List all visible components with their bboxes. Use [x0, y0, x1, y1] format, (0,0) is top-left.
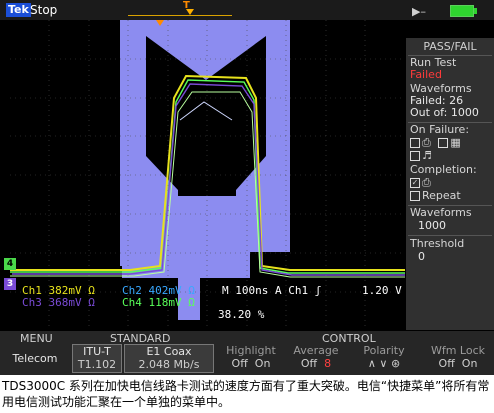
e1-coax-button[interactable]: E1 Coax 2.048 Mb/s: [124, 344, 214, 373]
printer-icon: ⎙: [422, 136, 431, 149]
measurement-readout: Ch1 382mV Ω Ch2 402mV Ω M 100ns A Ch1 ʃ …: [0, 284, 405, 324]
print-checkbox[interactable]: [410, 138, 420, 148]
bottom-menu: MENU STANDARD CONTROL Telecom ITU-T T1.1…: [0, 331, 494, 375]
threshold-label[interactable]: Threshold: [410, 238, 464, 250]
run-test-status: Failed: [410, 68, 442, 81]
out-of-count: Out of: 1000: [410, 106, 479, 119]
highlight-off: Off: [231, 357, 248, 370]
on-failure-options[interactable]: ⎙ ▦: [410, 137, 461, 149]
on-failure-options-2[interactable]: ♬: [410, 150, 432, 162]
ch4-scale: Ch4 118mV Ω: [122, 296, 195, 309]
timebase-readout: M 100ns A Ch1 ʃ: [222, 284, 322, 297]
status-bar: Tek Stop T ▶–: [0, 0, 494, 20]
completion-label: Completion:: [410, 163, 477, 176]
average-label: Average: [293, 344, 339, 357]
polarity-button[interactable]: Polarity ∧ ∨ ⊛: [348, 344, 420, 373]
average-button[interactable]: Average Off 8: [288, 344, 344, 373]
waveforms-setting-value: 1000: [418, 219, 446, 232]
panel-title: PASS/FAIL: [423, 40, 477, 53]
ch4-ground-marker[interactable]: 4: [4, 258, 16, 270]
e1-label: E1 Coax: [146, 345, 192, 358]
brand-logo: Tek: [6, 3, 31, 17]
acquisition-state: Stop: [30, 3, 58, 17]
highlight-label: Highlight: [226, 344, 276, 357]
battery-icon: [450, 5, 477, 17]
repeat-checkbox[interactable]: [410, 191, 420, 201]
trigger-position-readout: 38.20 %: [218, 308, 265, 321]
printer-icon: ⎙: [422, 176, 431, 189]
average-value: 8: [324, 357, 332, 370]
trigger-pointer-icon: [186, 9, 194, 15]
telecom-label: Telecom: [12, 352, 58, 365]
itu-t-button[interactable]: ITU-T T1.102: [72, 344, 122, 373]
on-failure-label: On Failure:: [410, 123, 470, 136]
stop-checkbox[interactable]: [410, 151, 420, 161]
itu-label: ITU-T: [83, 345, 111, 358]
sound-icon: ♬: [422, 149, 432, 162]
save-icon: ▦: [450, 136, 461, 149]
completion-options[interactable]: ✓ ⎙: [410, 177, 431, 189]
ch3-scale: Ch3 368mV Ω: [22, 296, 95, 309]
trigger-position-bar: [128, 3, 232, 16]
repeat-label: Repeat: [422, 189, 461, 202]
wfm-lock-button[interactable]: Wfm Lock Off On: [424, 344, 492, 373]
polarity-label: Polarity: [363, 344, 405, 357]
divider: [408, 235, 492, 236]
repeat-option[interactable]: Repeat: [410, 190, 461, 202]
itu-value: T1.102: [77, 358, 117, 371]
completion-checkbox[interactable]: ✓: [410, 178, 420, 188]
network-icon: ▶–: [412, 5, 426, 18]
highlight-button[interactable]: Highlight Off On: [218, 344, 284, 373]
wfm-lock-label: Wfm Lock: [430, 344, 486, 357]
average-off: Off: [300, 357, 318, 370]
wfm-lock-off: Off: [438, 357, 455, 370]
wfm-lock-on: On: [461, 357, 478, 370]
waveforms-setting-label[interactable]: Waveforms: [410, 207, 472, 219]
pass-fail-panel: PASS/FAIL Run Test Failed Waveforms Fail…: [406, 38, 494, 330]
threshold-value: 0: [418, 250, 425, 263]
oscilloscope-screen: Tek Stop T ▶– 4 3 Ch1 382mV Ω Ch2 402mV …: [0, 0, 494, 375]
e1-value: 2.048 Mb/s: [138, 358, 200, 371]
telecom-button[interactable]: Telecom: [0, 344, 70, 373]
figure-caption: TDS3000C 系列在加快电信线路卡测试的速度方面有了重大突破。电信“快捷菜单…: [2, 379, 490, 409]
highlight-on: On: [254, 357, 271, 370]
polarity-icons: ∧ ∨ ⊛: [367, 357, 401, 370]
save-checkbox[interactable]: [438, 138, 449, 148]
trigger-level-readout: 1.20 V: [362, 284, 402, 297]
